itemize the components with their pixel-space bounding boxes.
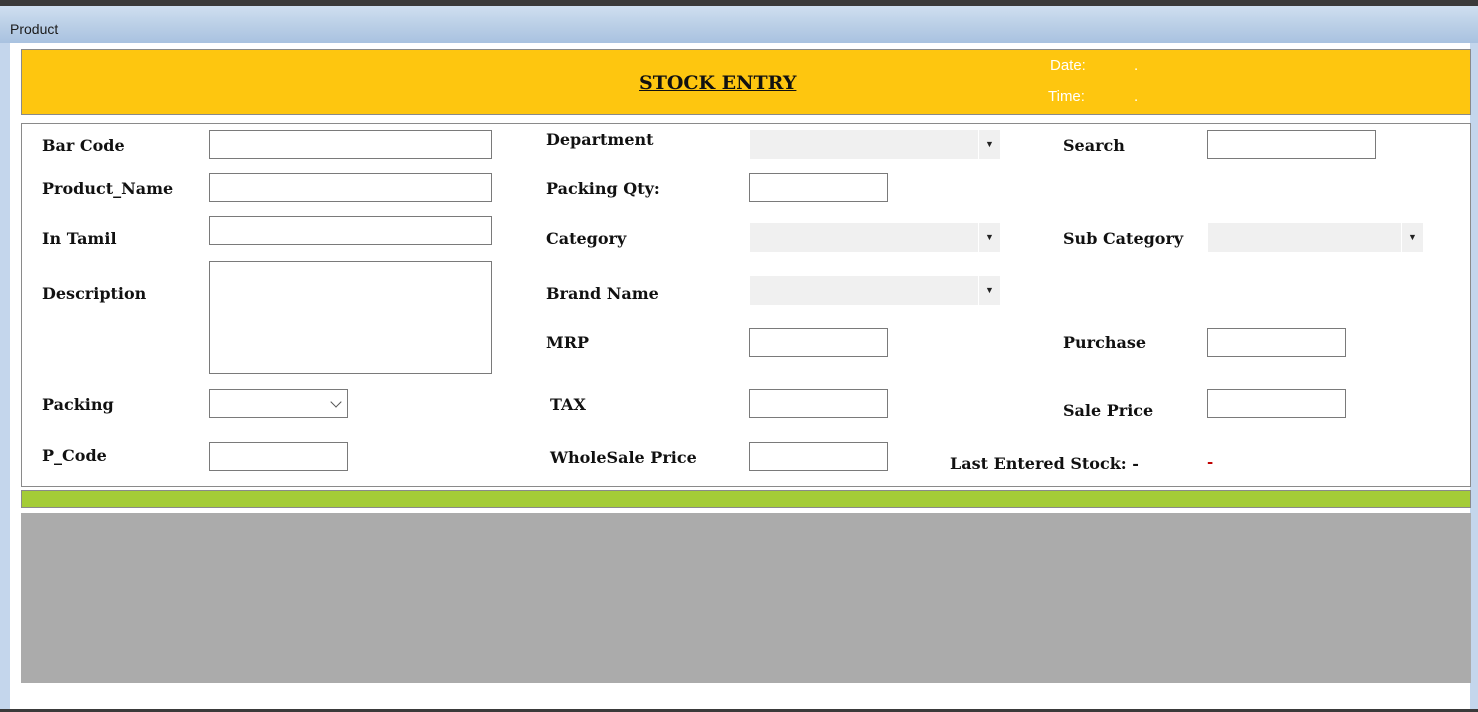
p-code-label: P_Code (42, 446, 107, 465)
time-label: Time: (1048, 88, 1085, 105)
chevron-down-icon (330, 396, 342, 408)
dropdown-arrow-icon[interactable]: ▼ (978, 223, 1000, 252)
last-entered-stock-value: - (1207, 453, 1214, 471)
purchase-input[interactable] (1207, 328, 1346, 357)
category-combo[interactable]: ▼ (750, 223, 1000, 252)
p-code-input[interactable] (209, 442, 348, 471)
window-frame-left (0, 43, 10, 712)
packing-label: Packing (42, 395, 114, 414)
bar-code-input[interactable] (209, 130, 492, 159)
tax-input[interactable] (749, 389, 888, 418)
dropdown-arrow-icon[interactable]: ▼ (978, 276, 1000, 305)
stock-entry-header: STOCK ENTRY Date: . Time: . (21, 49, 1471, 115)
packing-qty-input[interactable] (749, 173, 888, 202)
window-titlebar[interactable]: Product (0, 6, 1478, 43)
last-entered-stock-label: Last Entered Stock: - (950, 454, 1139, 473)
product-name-input[interactable] (209, 173, 492, 202)
sub-category-combo[interactable]: ▼ (1208, 223, 1423, 252)
date-value: . (1134, 57, 1139, 74)
dropdown-arrow-icon[interactable]: ▼ (1401, 223, 1423, 252)
tax-label: TAX (550, 395, 586, 414)
packing-select[interactable] (209, 389, 348, 418)
packing-qty-label: Packing Qty: (546, 179, 660, 198)
description-label: Description (42, 284, 147, 303)
stock-data-grid[interactable] (21, 513, 1471, 683)
wholesale-price-input[interactable] (749, 442, 888, 471)
sale-price-label: Sale Price (1063, 401, 1154, 420)
description-textarea[interactable] (209, 261, 492, 374)
sale-price-input[interactable] (1207, 389, 1346, 418)
dropdown-arrow-icon[interactable]: ▼ (978, 130, 1000, 159)
purchase-label: Purchase (1063, 333, 1147, 352)
brand-name-label: Brand Name (546, 284, 659, 303)
date-label: Date: (1050, 57, 1086, 74)
department-label: Department (546, 130, 654, 149)
mrp-label: MRP (546, 333, 590, 352)
search-input[interactable] (1207, 130, 1376, 159)
status-bar (21, 490, 1471, 508)
brand-name-combo[interactable]: ▼ (750, 276, 1000, 305)
time-value: . (1134, 88, 1139, 105)
window-frame-right (1470, 43, 1478, 712)
window-title: Product (10, 21, 59, 37)
search-label: Search (1063, 136, 1125, 155)
category-label: Category (546, 229, 627, 248)
in-tamil-label: In Tamil (42, 229, 117, 248)
in-tamil-input[interactable] (209, 216, 492, 245)
wholesale-price-label: WholeSale Price (550, 448, 697, 467)
department-combo[interactable]: ▼ (750, 130, 1000, 159)
bar-code-label: Bar Code (42, 136, 125, 155)
sub-category-label: Sub Category (1063, 229, 1184, 248)
product-name-label: Product_Name (42, 179, 174, 198)
page-title: STOCK ENTRY (639, 72, 797, 94)
mrp-input[interactable] (749, 328, 888, 357)
